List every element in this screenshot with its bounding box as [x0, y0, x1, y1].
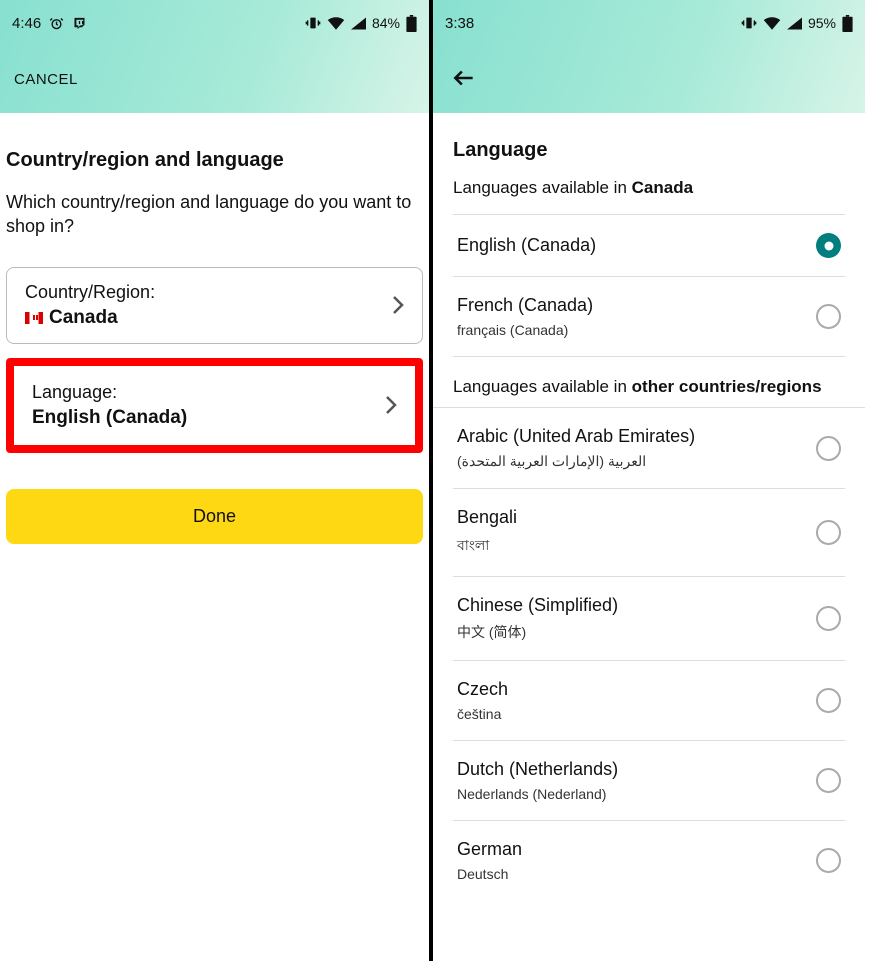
radio-icon	[816, 520, 841, 545]
page-title: Country/region and language	[6, 149, 423, 172]
language-native: français (Canada)	[457, 322, 816, 338]
chevron-right-icon	[392, 295, 404, 315]
status-time: 3:38	[445, 15, 474, 32]
language-value: English (Canada)	[32, 407, 187, 429]
language-option[interactable]: French (Canada) français (Canada)	[433, 277, 865, 356]
radio-icon	[816, 606, 841, 631]
language-option[interactable]: Bengali বাংলা	[433, 489, 865, 576]
language-name: German	[457, 839, 816, 860]
vibrate-icon	[741, 16, 757, 30]
language-name: Czech	[457, 679, 816, 700]
radio-icon	[816, 688, 841, 713]
language-native: Deutsch	[457, 866, 816, 882]
language-option[interactable]: Arabic (United Arab Emirates) العربية (ال…	[433, 408, 865, 488]
language-select-pane: 3:38 95%	[433, 0, 865, 961]
battery-icon	[842, 15, 853, 32]
status-time: 4:46	[12, 15, 41, 32]
radio-icon	[816, 304, 841, 329]
language-option[interactable]: Dutch (Netherlands) Nederlands (Nederland…	[433, 741, 865, 820]
content-area: Country/region and language Which countr…	[0, 113, 429, 550]
available-in-label: Languages available in Canada	[453, 178, 845, 198]
cancel-button[interactable]: CANCEL	[14, 71, 78, 88]
other-regions-label: Languages available in other countries/r…	[433, 357, 865, 407]
language-native: العربية (الإمارات العربية المتحدة)	[457, 453, 816, 470]
language-card-highlight: Language: English (Canada)	[6, 358, 423, 453]
language-title: Language	[453, 139, 845, 162]
alarm-icon	[49, 16, 64, 31]
language-native: 中文 (简体)	[457, 622, 816, 642]
radio-icon	[816, 233, 841, 258]
twitch-icon	[72, 16, 87, 31]
language-option[interactable]: Chinese (Simplified) 中文 (简体)	[433, 577, 865, 660]
status-bar: 3:38 95%	[433, 0, 865, 46]
language-name: Chinese (Simplified)	[457, 595, 816, 616]
language-name: Arabic (United Arab Emirates)	[457, 426, 816, 447]
wifi-icon	[763, 16, 781, 30]
language-list: Language Languages available in Canada E…	[433, 113, 865, 961]
radio-icon	[816, 848, 841, 873]
language-native: বাংলা	[457, 534, 816, 558]
language-name: Dutch (Netherlands)	[457, 759, 816, 780]
language-card[interactable]: Language: English (Canada)	[20, 372, 409, 439]
nav-bar	[433, 46, 865, 113]
battery-percent: 84%	[372, 15, 400, 31]
arrow-left-icon	[451, 65, 477, 91]
battery-percent: 95%	[808, 15, 836, 31]
done-button[interactable]: Done	[6, 489, 423, 544]
country-region-card[interactable]: Country/Region: Canada	[6, 267, 423, 344]
status-bar: 4:46 84%	[0, 0, 429, 46]
header-area: 4:46 84%	[0, 0, 429, 113]
language-option[interactable]: English (Canada)	[433, 215, 865, 276]
chevron-right-icon	[385, 395, 397, 415]
back-button[interactable]	[447, 61, 481, 98]
nav-bar: CANCEL	[0, 46, 429, 113]
language-native: čeština	[457, 706, 816, 722]
wifi-icon	[327, 16, 345, 30]
language-option[interactable]: German Deutsch	[433, 821, 865, 900]
signal-icon	[351, 17, 366, 30]
language-native: Nederlands (Nederland)	[457, 786, 816, 802]
language-label: Language:	[32, 382, 385, 403]
language-name: Bengali	[457, 507, 816, 528]
canada-flag-icon	[25, 312, 43, 324]
signal-icon	[787, 17, 802, 30]
radio-icon	[816, 436, 841, 461]
country-value: Canada	[49, 307, 118, 329]
language-option[interactable]: Czech čeština	[433, 661, 865, 740]
vibrate-icon	[305, 16, 321, 30]
country-label: Country/Region:	[25, 282, 392, 303]
settings-pane: 4:46 84%	[0, 0, 433, 961]
language-name: English (Canada)	[457, 235, 816, 256]
battery-icon	[406, 15, 417, 32]
radio-icon	[816, 768, 841, 793]
page-question: Which country/region and language do you…	[6, 190, 423, 239]
language-name: French (Canada)	[457, 295, 816, 316]
